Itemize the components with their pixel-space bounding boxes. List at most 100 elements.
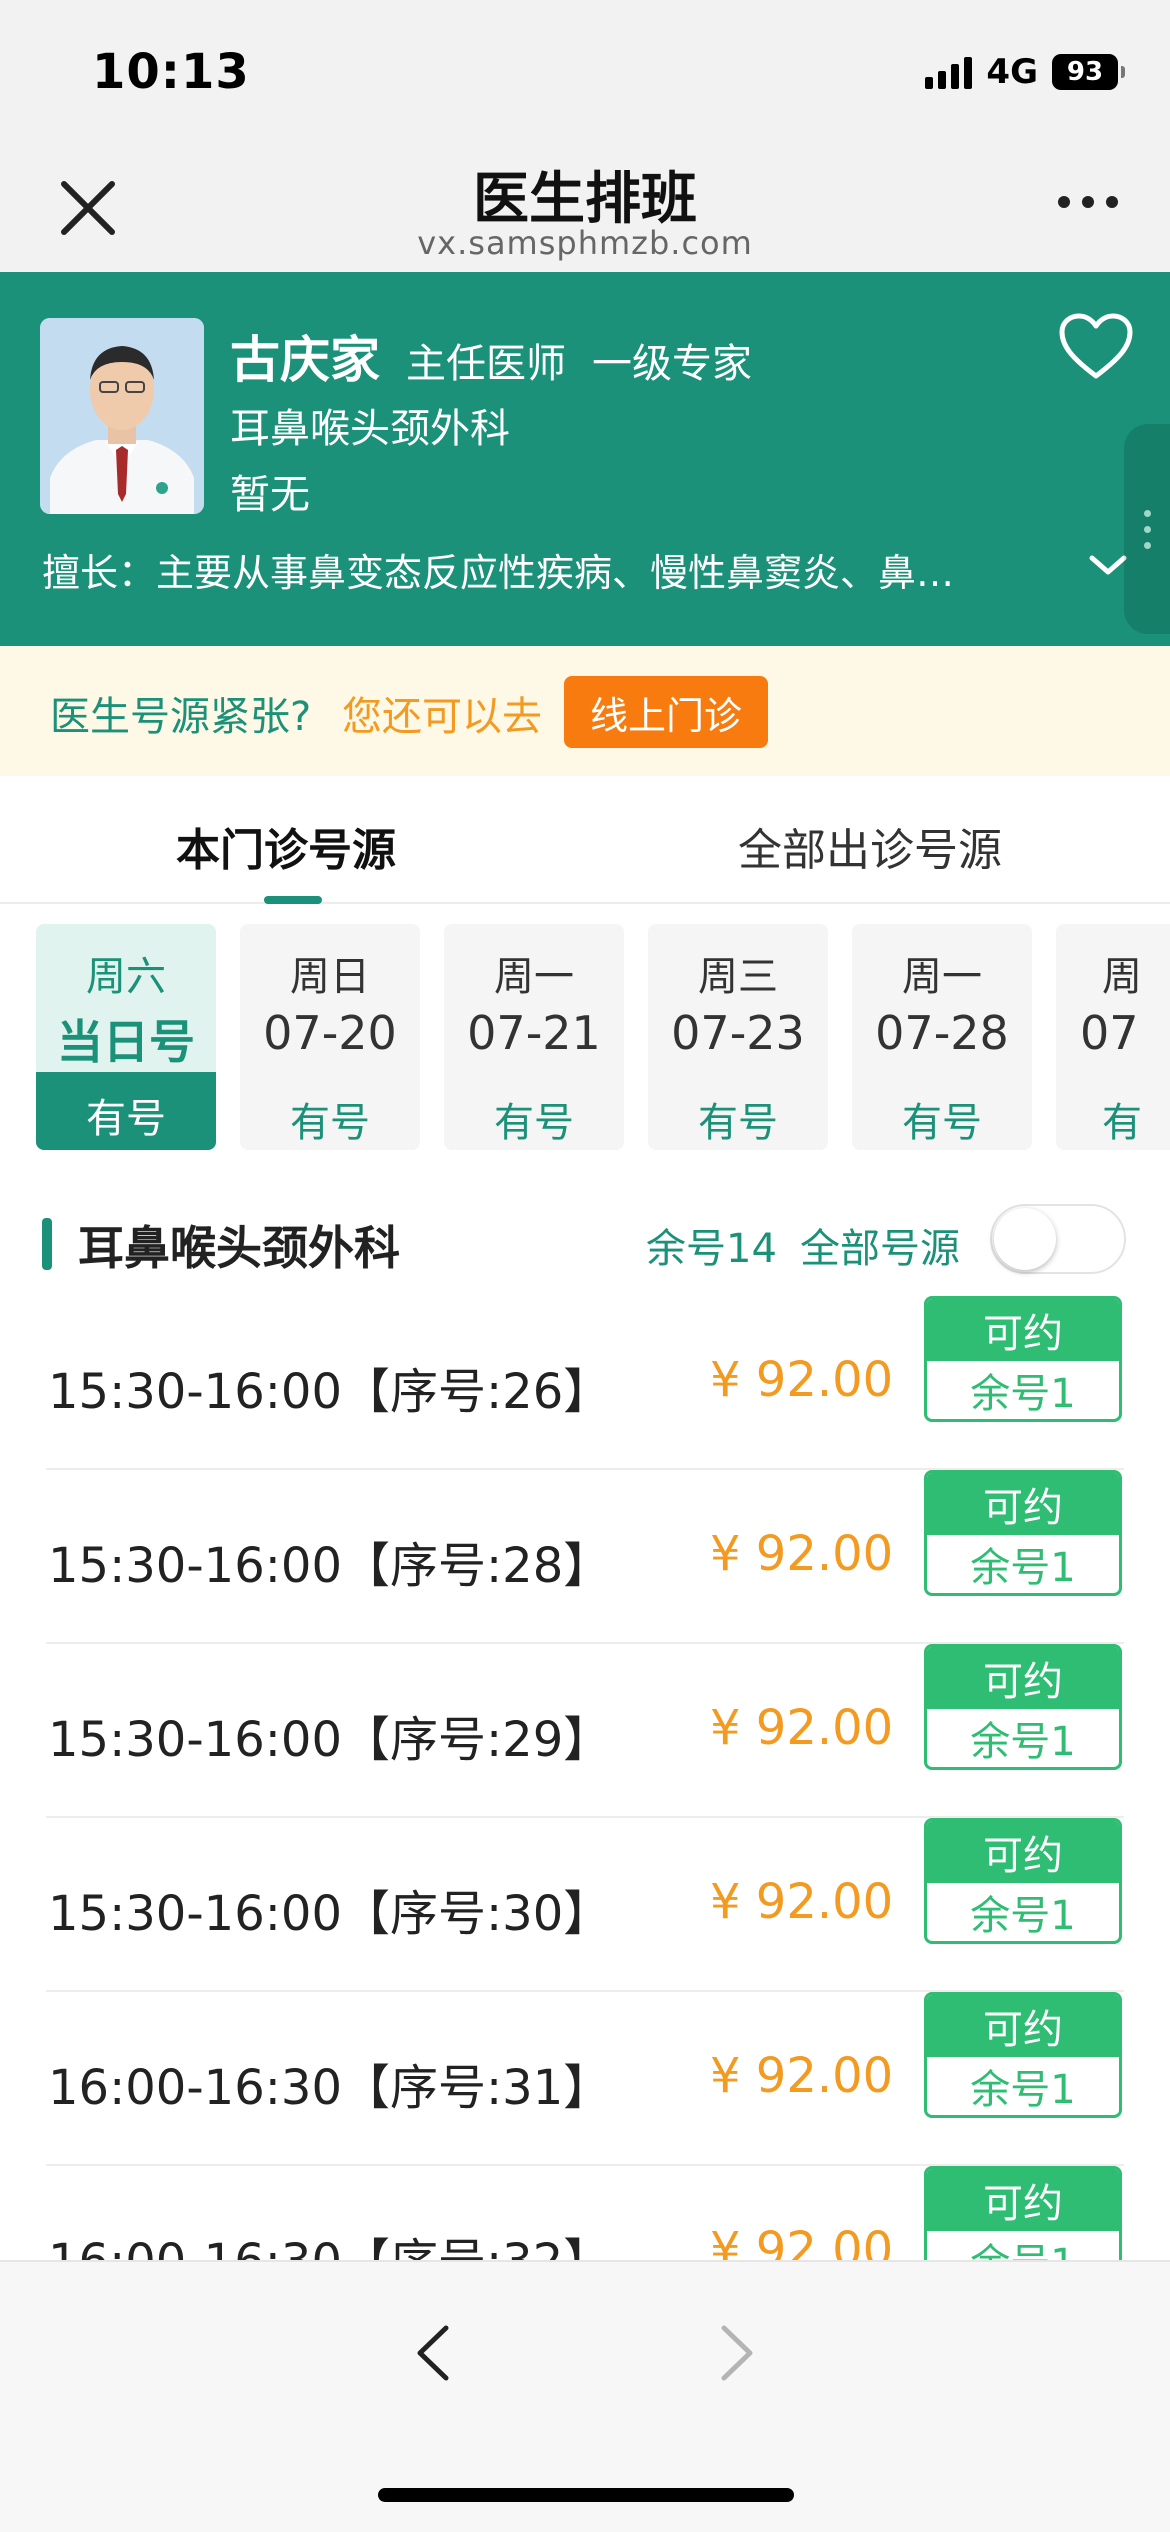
side-drag-handle[interactable] (1124, 424, 1170, 634)
book-remaining: 余号1 (970, 2067, 1076, 2113)
network-label: 4G (986, 52, 1038, 92)
date-value: 07-20 (263, 1006, 397, 1060)
date-value: 07-21 (467, 1006, 601, 1060)
tab-underline (264, 896, 322, 904)
slot-row: 15:30-16:00【序号:26】 ¥ 92.00 可约 余号1 (0, 1296, 1170, 1470)
date-card-partial[interactable]: 周 07 有 (1056, 924, 1170, 1150)
date-status: 有号 (494, 1100, 574, 1146)
slot-row: 15:30-16:00【序号:30】 ¥ 92.00 可约 余号1 (0, 1818, 1170, 1992)
book-remaining: 余号1 (927, 2231, 1119, 2260)
section-header: 耳鼻喉头颈外科 余号14 全部号源 (0, 1166, 1170, 1296)
home-indicator (378, 2488, 794, 2502)
date-card[interactable]: 周一 07-21 有号 (444, 924, 624, 1150)
status-icons: 4G 93 (925, 52, 1125, 92)
tab-this-clinic[interactable]: 本门诊号源 (176, 814, 396, 878)
doctor-level: 一级专家 (592, 341, 752, 387)
tab-all-sources[interactable]: 全部出诊号源 (738, 814, 1002, 878)
date-weekday: 周三 (698, 954, 778, 1000)
slot-price: ¥ 92.00 (710, 2048, 894, 2104)
date-card[interactable]: 周三 07-23 有号 (648, 924, 828, 1150)
browser-bottom-bar (0, 2260, 1170, 2532)
date-value: 07 (1080, 1006, 1139, 1060)
slot-row: 16:00-16:30【序号:32】 ¥ 92.00 可约 余号1 (0, 2166, 1170, 2260)
slot-price: ¥ 92.00 (710, 1526, 894, 1582)
book-label: 可约 (927, 1821, 1119, 1883)
tab-bar: 本门诊号源 全部出诊号源 (0, 776, 1170, 904)
doctor-note: 暂无 (230, 472, 310, 518)
book-remaining: 余号1 (970, 1893, 1076, 1939)
doctor-avatar (40, 318, 204, 514)
slot-row: 16:00-16:30【序号:31】 ¥ 92.00 可约 余号1 (0, 1992, 1170, 2166)
date-weekday: 周六 (86, 954, 166, 1000)
book-button[interactable]: 可约 余号1 (924, 1470, 1122, 1596)
slot-price: ¥ 92.00 (710, 1874, 894, 1930)
book-button[interactable]: 可约 余号1 (924, 1296, 1122, 1422)
date-value: 当日号 (57, 1015, 195, 1069)
forward-arrow-icon[interactable] (712, 2320, 762, 2386)
date-status: 有号 (698, 1100, 778, 1146)
date-card-today[interactable]: 周六 当日号 有号 (36, 924, 216, 1150)
date-weekday: 周 (1102, 954, 1142, 1000)
section-title: 耳鼻喉头颈外科 (78, 1221, 400, 1275)
date-status: 有号 (86, 1096, 166, 1142)
more-icon[interactable] (1058, 196, 1118, 208)
doctor-name: 古庆家 (230, 331, 380, 389)
book-label: 可约 (927, 1647, 1119, 1709)
all-sources-toggle[interactable] (990, 1204, 1126, 1274)
favorite-heart-icon[interactable] (1058, 312, 1134, 382)
book-button[interactable]: 可约 余号1 (924, 1992, 1122, 2118)
book-label: 可约 (927, 1299, 1119, 1361)
slot-list: 15:30-16:00【序号:26】 ¥ 92.00 可约 余号1 15:30-… (0, 1296, 1170, 2260)
signal-icon (925, 55, 973, 89)
date-weekday: 周日 (290, 954, 370, 1000)
page-title: 医生排班 (473, 167, 697, 232)
page-url: vx.samsphmzb.com (417, 224, 753, 262)
book-button[interactable]: 可约 余号1 (924, 1818, 1122, 1944)
book-button[interactable]: 可约 余号1 (924, 1644, 1122, 1770)
remaining-count: 余号14 (646, 1226, 777, 1272)
status-bar: 10:13 4G 93 (0, 0, 1170, 140)
doctor-line: 古庆家 主任医师 一级专家 (230, 320, 752, 392)
back-arrow-icon[interactable] (408, 2320, 458, 2386)
notice-suggest: 您还可以去 (342, 694, 542, 740)
slot-time: 16:00-16:30【序号:32】 (48, 2222, 611, 2260)
slot-time: 15:30-16:00【序号:29】 (48, 1712, 612, 1768)
slot-time: 15:30-16:00【序号:26】 (48, 1364, 612, 1420)
slot-time: 15:30-16:00【序号:30】 (48, 1886, 612, 1942)
book-button[interactable]: 可约 余号1 (924, 2166, 1122, 2260)
section-accent-bar (42, 1218, 52, 1270)
slot-price: ¥ 92.00 (710, 1700, 894, 1756)
slot-row: 15:30-16:00【序号:29】 ¥ 92.00 可约 余号1 (0, 1644, 1170, 1818)
toggle-knob (994, 1208, 1056, 1270)
doctor-photo-icon (40, 318, 204, 514)
date-weekday: 周一 (902, 954, 982, 1000)
book-label: 可约 (927, 1473, 1119, 1535)
screen: 10:13 4G 93 医生排班 vx.samsphmzb.com 古庆家 主任… (0, 0, 1170, 2532)
book-label: 可约 (927, 1995, 1119, 2057)
battery-level: 93 (1066, 57, 1104, 87)
all-sources-label: 全部号源 (800, 1226, 960, 1272)
book-remaining: 余号1 (970, 1719, 1076, 1765)
notice-banner: 医生号源紧张? 您还可以去 线上门诊 (0, 646, 1170, 776)
status-time: 10:13 (92, 44, 250, 100)
date-status: 有号 (290, 1100, 370, 1146)
slot-row: 15:30-16:00【序号:28】 ¥ 92.00 可约 余号1 (0, 1470, 1170, 1644)
book-remaining: 余号1 (970, 1545, 1076, 1591)
date-selector: 周六 当日号 有号 周日 07-20 有号 周一 07-21 有号 周三 07-… (0, 904, 1170, 1166)
book-remaining: 余号1 (970, 1371, 1076, 1417)
slot-price: ¥ 92.00 (710, 1352, 894, 1408)
nav-bar: 医生排班 vx.samsphmzb.com (0, 140, 1170, 272)
doctor-specialty: 擅长：主要从事鼻变态反应性疾病、慢性鼻窦炎、鼻… (42, 551, 955, 595)
doctor-card: 古庆家 主任医师 一级专家 耳鼻喉头颈外科 暂无 擅长：主要从事鼻变态反应性疾病… (0, 272, 1170, 646)
date-card[interactable]: 周日 07-20 有号 (240, 924, 420, 1150)
battery-icon: 93 (1052, 54, 1125, 90)
book-label: 可约 (927, 2169, 1119, 2231)
doctor-title: 主任医师 (406, 341, 566, 387)
date-value: 07-28 (875, 1006, 1009, 1060)
slot-time: 16:00-16:30【序号:31】 (48, 2060, 612, 2116)
notice-text: 医生号源紧张? (50, 694, 312, 740)
date-status: 有号 (902, 1100, 982, 1146)
date-weekday: 周一 (494, 954, 574, 1000)
date-card[interactable]: 周一 07-28 有号 (852, 924, 1032, 1150)
online-clinic-button[interactable]: 线上门诊 (564, 676, 768, 748)
